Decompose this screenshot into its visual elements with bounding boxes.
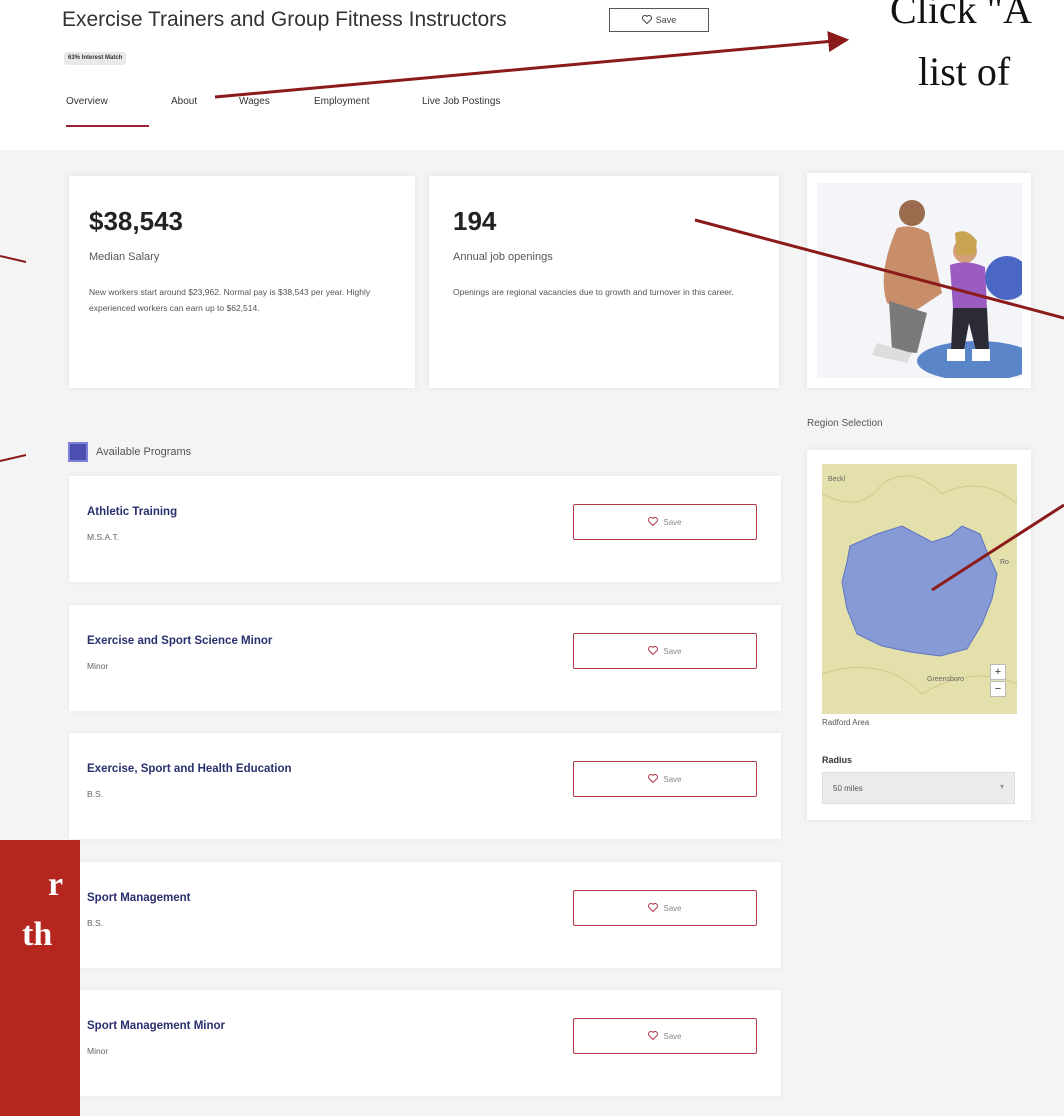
program-degree: M.S.A.T.	[87, 532, 120, 542]
chevron-down-icon: ▾	[999, 782, 1004, 791]
annotation-panel: r th	[0, 840, 80, 1116]
panel-text-line-1: r	[48, 866, 64, 903]
program-save-button[interactable]: Save	[573, 761, 757, 797]
program-name[interactable]: Exercise, Sport and Health Education	[87, 763, 292, 775]
program-degree: B.S.	[87, 918, 104, 928]
annual-openings-label: Annual job openings	[453, 251, 553, 263]
program-name[interactable]: Sport Management	[87, 892, 191, 904]
program-card[interactable]: Exercise and Sport Science Minor Minor S…	[69, 605, 781, 711]
program-card[interactable]: Athletic Training M.S.A.T. Save	[69, 476, 781, 582]
openings-description: Openings are regional vacancies due to g…	[453, 287, 734, 297]
save-label: Save	[663, 903, 682, 913]
program-degree: Minor	[87, 1046, 109, 1056]
region-map[interactable]: Beckl Ro Greensboro + −	[822, 464, 1017, 714]
program-degree: Minor	[87, 661, 109, 671]
heart-icon	[648, 1030, 659, 1042]
interest-match-badge: 63% Interest Match	[64, 52, 127, 65]
callout-line-2: list of	[918, 49, 1011, 94]
arrow-left-bottom	[0, 454, 27, 462]
map-label-top-left: Beckl	[828, 476, 846, 483]
region-selection-title: Region Selection	[807, 418, 883, 429]
map-label-right: Ro	[1000, 559, 1009, 566]
tab-live-job-postings[interactable]: Live Job Postings	[422, 96, 500, 107]
panel-text-line-2: th	[22, 916, 53, 953]
tab-bar: Overview About Wages Employment Live Job…	[66, 96, 566, 126]
heart-icon	[648, 645, 659, 657]
heart-icon	[648, 902, 659, 914]
median-salary-value: $38,543	[89, 206, 183, 236]
zoom-in-button[interactable]: +	[990, 664, 1006, 680]
save-label: Save	[655, 15, 677, 25]
heart-icon	[641, 14, 652, 26]
save-label: Save	[663, 1031, 682, 1041]
programs-title: Available Programs	[96, 446, 192, 458]
program-save-button[interactable]: Save	[573, 1018, 757, 1054]
page-title: Exercise Trainers and Group Fitness Inst…	[62, 8, 507, 31]
programs-icon	[68, 442, 88, 462]
salary-description: New workers start around $23,962. Normal…	[89, 287, 371, 313]
program-save-button[interactable]: Save	[573, 890, 757, 926]
fitness-photo	[817, 183, 1022, 378]
zoom-out-button[interactable]: −	[990, 681, 1006, 697]
arrow-left-top	[0, 255, 27, 263]
map-area-name: Radford Area	[822, 718, 870, 727]
save-career-button[interactable]: Save	[609, 8, 709, 32]
heart-icon	[648, 773, 659, 785]
heart-icon	[648, 516, 659, 528]
program-card[interactable]: Exercise, Sport and Health Education B.S…	[69, 733, 781, 839]
tab-wages[interactable]: Wages	[239, 96, 270, 107]
program-name[interactable]: Athletic Training	[87, 506, 177, 518]
save-label: Save	[663, 517, 682, 527]
median-salary-label: Median Salary	[89, 251, 160, 263]
radius-label: Radius	[822, 755, 853, 765]
programs-header: Available Programs	[68, 440, 191, 464]
tab-about[interactable]: About	[171, 96, 197, 107]
radius-select[interactable]: 50 miles ▾	[822, 772, 1015, 804]
career-photo-card	[807, 173, 1031, 388]
map-label-bottom: Greensboro	[927, 676, 964, 683]
map-shape	[822, 464, 1017, 714]
salary-card: $38,543 Median Salary New workers start …	[69, 176, 415, 388]
tab-employment[interactable]: Employment	[314, 96, 370, 107]
openings-card: 194 Annual job openings Openings are reg…	[429, 176, 779, 388]
callout-line-1: Click "A	[890, 0, 1032, 32]
program-name[interactable]: Sport Management Minor	[87, 1020, 225, 1032]
radius-value: 50 miles	[833, 783, 863, 793]
program-save-button[interactable]: Save	[573, 504, 757, 540]
program-name[interactable]: Exercise and Sport Science Minor	[87, 635, 272, 647]
program-degree: B.S.	[87, 789, 104, 799]
annual-openings-value: 194	[453, 206, 497, 236]
program-save-button[interactable]: Save	[573, 633, 757, 669]
program-card[interactable]: Sport Management B.S. Save	[69, 862, 781, 968]
active-tab-indicator	[66, 125, 149, 127]
save-label: Save	[663, 646, 682, 656]
save-label: Save	[663, 774, 682, 784]
tab-overview[interactable]: Overview	[66, 96, 108, 107]
program-card[interactable]: Sport Management Minor Minor Save	[69, 990, 781, 1096]
